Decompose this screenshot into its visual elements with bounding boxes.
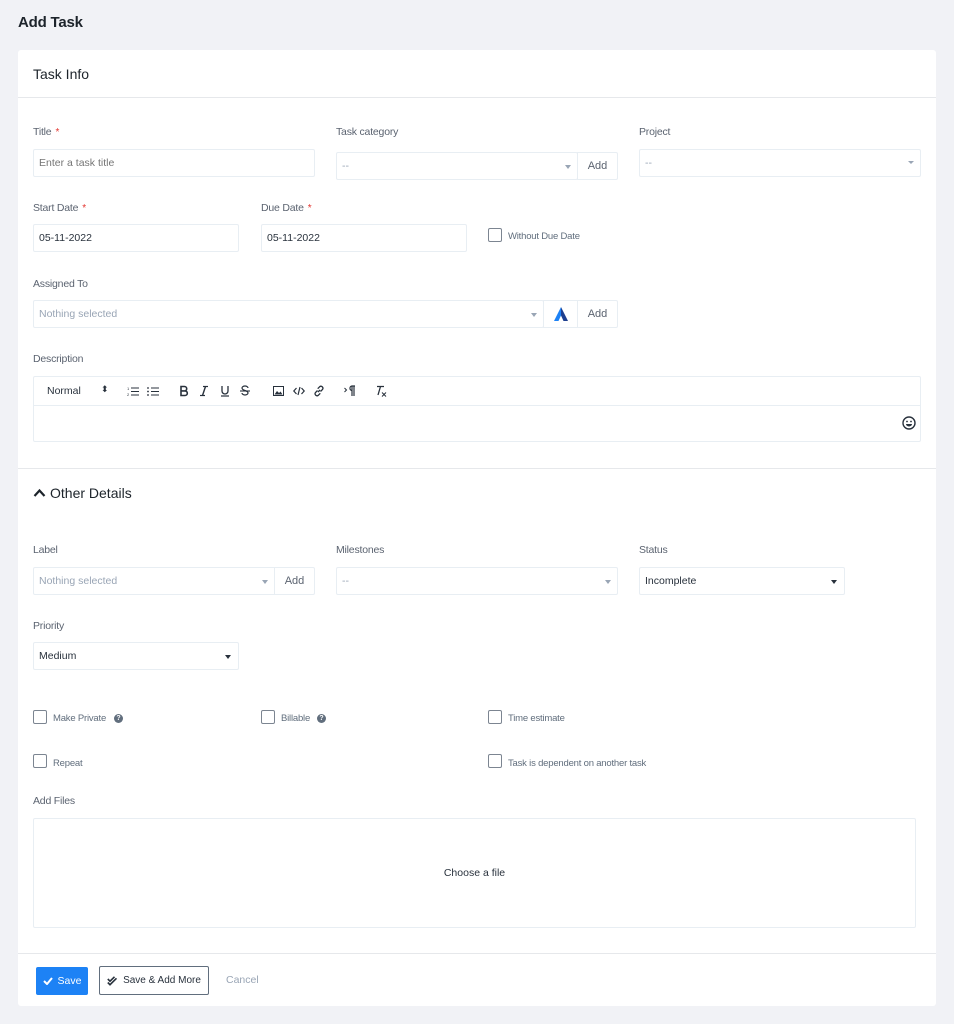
ordered-list-icon[interactable]: 1 2 [127,386,139,397]
page-title: Add Task [18,14,83,31]
footer-divider [18,953,936,954]
svg-text:1: 1 [127,386,130,391]
task-category-select[interactable]: -- [336,152,578,180]
task-form-card: Task Info Title* Task category -- Add Pr… [18,50,936,1006]
select-arrows-icon: ⬍ [101,384,109,394]
due-date-label: Due Date * [261,202,312,214]
dependent-task-checkbox[interactable] [488,754,502,768]
project-select[interactable]: -- [639,149,921,177]
add-category-button[interactable]: Add [577,152,618,180]
clear-format-icon[interactable] [375,385,387,397]
save-label: Save [57,975,82,987]
required-mark: * [307,203,312,214]
add-assignee-button[interactable]: Add [577,300,618,328]
billable-checkbox[interactable] [261,710,275,724]
chevron-down-icon [531,313,537,317]
assignee-avatar-button[interactable] [543,300,578,328]
image-icon[interactable] [273,386,284,396]
chevron-down-icon [262,580,268,584]
start-date-value: 05-11-2022 [39,232,92,244]
strikethrough-icon[interactable] [240,385,250,397]
chevron-down-icon [831,580,837,584]
start-date-input[interactable]: 05-11-2022 [33,224,239,252]
time-estimate-label: Time estimate [508,713,565,724]
status-select[interactable]: Incomplete [639,567,845,595]
other-details-toggle[interactable]: Other Details [33,485,132,501]
repeat-checkbox[interactable] [33,754,47,768]
add-label-button[interactable]: Add [274,567,315,595]
task-info-heading: Task Info [33,66,90,82]
chevron-up-icon [33,488,46,497]
underline-icon[interactable] [220,385,230,397]
paragraph-direction-icon[interactable] [344,385,356,397]
choose-file-text: Choose a file [443,867,506,879]
milestones-select[interactable]: -- [336,567,618,595]
title-label: Title * [33,126,60,138]
add-files-label: Add Files [33,795,75,807]
start-date-label: Start Date * [33,202,86,214]
priority-select[interactable]: Medium [33,642,239,670]
repeat-label: Repeat [53,758,83,769]
due-date-value: 05-11-2022 [267,232,320,244]
status-label: Status [639,544,668,556]
make-private-label: Make Private [53,713,107,724]
help-icon[interactable]: ? [317,714,326,723]
assigned-to-value: Nothing selected [39,308,118,320]
chevron-down-icon [565,165,571,169]
task-category-value: -- [342,160,349,172]
assigned-to-select[interactable]: Nothing selected [33,300,544,328]
make-private-checkbox[interactable] [33,710,47,724]
chevron-down-icon [225,655,231,659]
cancel-button[interactable]: Cancel [226,974,259,986]
assigned-to-label: Assigned To [33,278,88,290]
project-label: Project [639,126,671,138]
title-input[interactable] [33,149,315,177]
section-divider [18,468,936,469]
save-button[interactable]: Save [36,967,88,995]
label-select[interactable]: Nothing selected [33,567,276,595]
task-info-header: Task Info [18,50,936,98]
svg-text:2: 2 [127,392,130,397]
milestones-value: -- [342,575,349,587]
save-add-more-label: Save & Add More [123,975,201,986]
text-style-select[interactable]: Normal [47,385,81,397]
italic-icon[interactable] [200,385,208,397]
link-icon[interactable] [313,385,325,397]
priority-label: Priority [33,620,65,632]
editor-toolbar: Normal ⬍ 1 2 [34,377,920,406]
double-check-icon [107,975,118,986]
project-value: -- [645,157,652,169]
file-dropzone[interactable]: Choose a file [33,818,916,928]
task-category-label: Task category [336,126,399,138]
required-mark: * [55,127,60,138]
due-date-input[interactable]: 05-11-2022 [261,224,467,252]
label-value: Nothing selected [39,575,118,587]
priority-value: Medium [39,650,77,662]
help-icon[interactable]: ? [114,714,123,723]
save-add-more-button[interactable]: Save & Add More [99,966,209,995]
label-field-label: Label [33,544,58,556]
emoji-icon[interactable] [902,416,916,430]
dependent-task-label: Task is dependent on another task [508,758,647,769]
description-editor: Normal ⬍ 1 2 [33,376,921,442]
bullet-list-icon[interactable] [147,386,159,397]
without-due-date-label: Without Due Date [508,231,580,242]
billable-label: Billable [281,713,311,724]
other-details-heading: Other Details [50,485,132,501]
chevron-down-icon [908,161,914,164]
bold-icon[interactable] [179,385,189,397]
app-logo-icon [553,307,568,321]
milestones-label: Milestones [336,544,385,556]
description-label: Description [33,353,84,365]
time-estimate-checkbox[interactable] [488,710,502,724]
chevron-down-icon [605,580,611,584]
status-value: Incomplete [645,575,697,587]
required-mark: * [82,203,86,214]
code-icon[interactable] [293,386,305,396]
check-icon [42,977,53,985]
without-due-date-checkbox[interactable] [488,228,502,242]
